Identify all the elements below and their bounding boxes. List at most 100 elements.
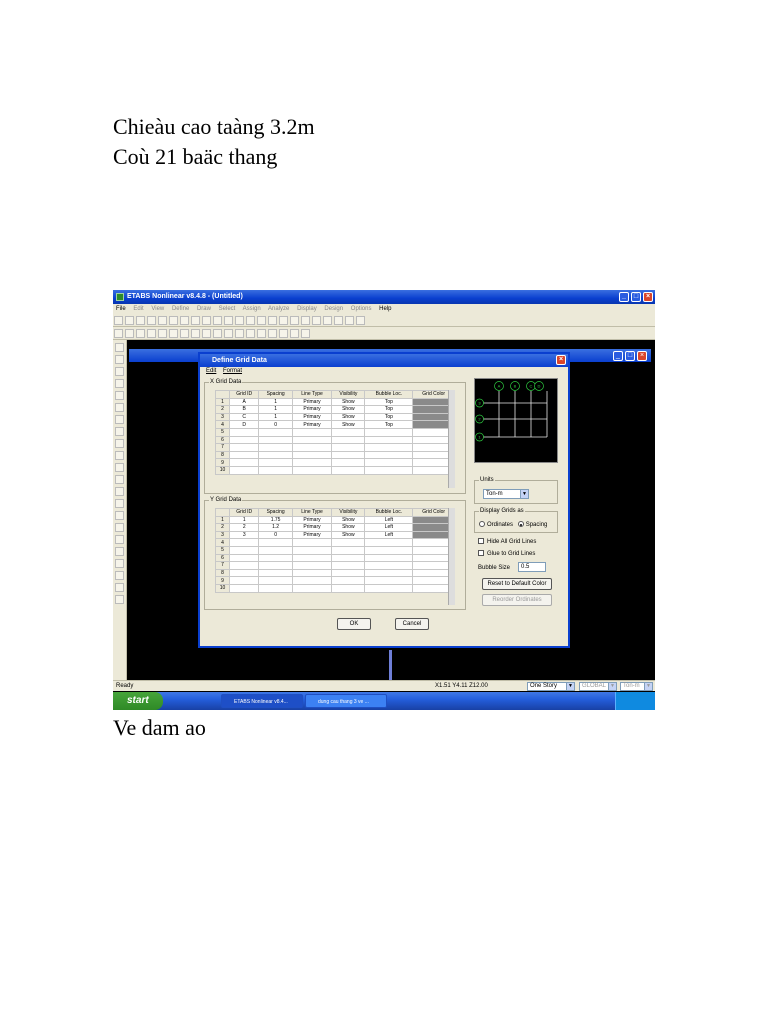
table-row[interactable]: 10 [215, 583, 455, 593]
grid-column-header[interactable]: Spacing [258, 390, 293, 399]
grid-cell[interactable] [258, 576, 293, 585]
grid-cell[interactable] [258, 561, 293, 570]
close-button[interactable]: × [643, 292, 653, 302]
grid-cell[interactable]: 3 [228, 530, 260, 540]
menu-display[interactable]: Display [297, 306, 317, 312]
table-row[interactable]: 2 2 1.2 Primary Show Left [215, 523, 455, 532]
snap-middle-icon[interactable] [115, 547, 124, 556]
reorder-ordinates-button[interactable]: Reorder Ordinates [482, 594, 552, 606]
grid-cell[interactable] [291, 465, 333, 475]
menu-design[interactable]: Design [324, 306, 343, 312]
snap-end-icon[interactable] [115, 535, 124, 544]
draw-line-icon[interactable] [115, 367, 124, 376]
concrete-icon[interactable] [246, 329, 255, 338]
grid-cell[interactable] [258, 583, 293, 593]
table-row[interactable]: 5 [215, 545, 455, 555]
model-maximize-button[interactable]: □ [625, 351, 635, 361]
grid-cell[interactable]: 0 [258, 530, 293, 540]
grid-cell[interactable]: Show [331, 412, 366, 422]
dialog-close-button[interactable]: × [556, 355, 566, 365]
reshape-tool-icon[interactable] [115, 355, 124, 364]
grid-cell[interactable] [228, 458, 260, 467]
model-minimize-button[interactable]: _ [613, 351, 623, 361]
grid-cell[interactable] [331, 465, 366, 475]
grid-cell[interactable] [364, 545, 414, 555]
menu-file[interactable]: File [116, 306, 126, 312]
grid-cell[interactable] [228, 568, 260, 578]
grid-cell[interactable] [228, 576, 260, 585]
zoom-icon[interactable] [213, 316, 222, 325]
grid-cell[interactable] [331, 538, 366, 547]
grid-cell[interactable]: Show [331, 420, 366, 429]
snap-grid-icon[interactable] [115, 583, 124, 592]
y-grid-table[interactable]: Grid ID Spacing Line Type Visibility Bubble … [215, 508, 455, 593]
grid-cell[interactable]: Top [364, 420, 414, 429]
clear-selection-icon[interactable] [115, 511, 124, 520]
glue-grid-lines-checkbox[interactable] [478, 550, 484, 557]
spacing-radio[interactable] [517, 521, 524, 528]
story-dropdown[interactable]: One Story ▼ [527, 682, 575, 691]
snap-intersection-icon[interactable] [115, 559, 124, 568]
grid-cell[interactable] [291, 450, 333, 460]
menu-edit[interactable]: Edit [133, 306, 143, 312]
menu-view[interactable]: View [151, 306, 164, 312]
load-icon[interactable] [169, 329, 178, 338]
grid-column-header[interactable]: Visibility [331, 508, 366, 517]
grid-cell[interactable]: Primary [291, 530, 333, 540]
grid-cell[interactable] [258, 545, 293, 555]
grid-cell[interactable] [291, 427, 333, 437]
menu-select[interactable]: Select [219, 306, 236, 312]
units-dropdown[interactable]: Ton-m ▼ [483, 489, 529, 499]
grid-cell[interactable]: Show [331, 530, 366, 540]
x-grid-table[interactable]: Grid ID Spacing Line Type Visibility Bubble … [215, 390, 455, 475]
grid-cell[interactable] [228, 538, 260, 547]
shell-icon[interactable] [345, 316, 354, 325]
settings-icon[interactable] [301, 329, 310, 338]
grid-cell[interactable] [228, 465, 260, 475]
plan-view-icon[interactable] [268, 316, 277, 325]
ordinates-radio[interactable] [479, 521, 485, 528]
snap-point-icon[interactable] [115, 523, 124, 532]
grid-cell[interactable]: 1 [258, 405, 293, 414]
table-icon[interactable] [279, 329, 288, 338]
grid-cell[interactable] [364, 450, 414, 460]
grid-cell[interactable]: 0 [258, 420, 293, 429]
grid-cell[interactable] [291, 538, 333, 547]
grid-column-header[interactable]: Grid ID [228, 390, 260, 399]
model-close-button[interactable]: × [637, 351, 647, 361]
draw-slab-icon[interactable] [115, 451, 124, 460]
draw-column-icon[interactable] [115, 391, 124, 400]
task-word-doc[interactable]: dung cau thang 3 ve ... [305, 694, 387, 708]
chevron-down-icon[interactable]: ▼ [520, 490, 528, 498]
open-icon[interactable] [125, 316, 134, 325]
table-row[interactable]: 6 [215, 553, 455, 563]
menu-draw[interactable]: Draw [197, 306, 211, 312]
joint-icon[interactable] [136, 329, 145, 338]
hide-grid-lines-checkbox[interactable] [478, 538, 484, 545]
grid-cell[interactable] [331, 576, 366, 585]
grid-cell[interactable] [364, 561, 414, 570]
grid-cell[interactable] [291, 583, 333, 593]
grid-cell[interactable] [331, 553, 366, 563]
pointer-icon[interactable] [114, 329, 123, 338]
grid-cell[interactable] [291, 568, 333, 578]
draw-wall-icon[interactable] [115, 439, 124, 448]
grid-cell[interactable]: Left [364, 530, 414, 540]
grid-cell[interactable]: Show [331, 515, 366, 525]
run-icon[interactable] [202, 316, 211, 325]
grid-cell[interactable] [291, 561, 333, 570]
grid-cell[interactable]: 1.2 [258, 523, 293, 532]
table-row[interactable]: 8 [215, 450, 455, 460]
table-row[interactable]: 9 [215, 458, 455, 467]
frame-icon[interactable] [334, 316, 343, 325]
status-units-dropdown[interactable]: Ton-m ▼ [620, 682, 653, 691]
grid-cell[interactable]: 1.75 [258, 515, 293, 525]
grid-cell[interactable]: Left [364, 523, 414, 532]
select-tool-icon[interactable] [115, 343, 124, 352]
grid-cell[interactable] [364, 427, 414, 437]
draw-area-icon[interactable] [115, 415, 124, 424]
table-row[interactable]: 8 [215, 568, 455, 578]
grid-cell[interactable] [228, 561, 260, 570]
grid-cell[interactable] [258, 450, 293, 460]
grid-cell[interactable] [291, 545, 333, 555]
